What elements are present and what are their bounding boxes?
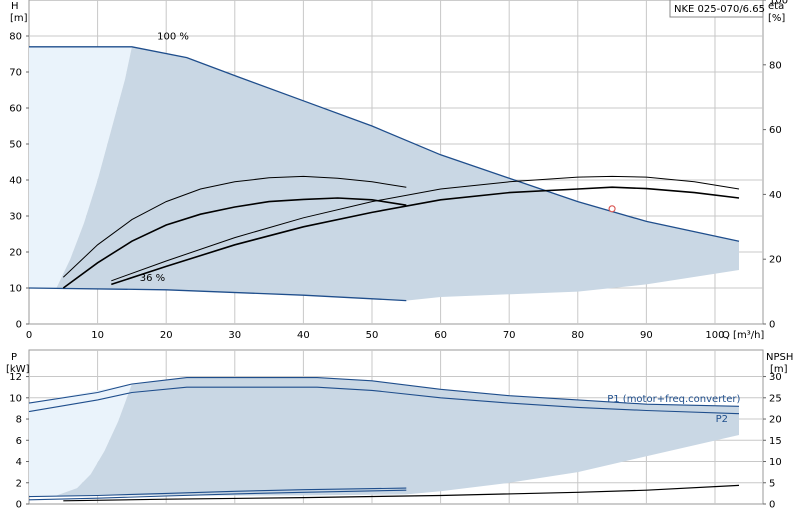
top-y2-axis-label: eta <box>768 1 784 12</box>
y2-tick-label: 5 <box>769 478 775 489</box>
y-tick-label: 20 <box>9 248 22 259</box>
y-tick-label: 50 <box>9 140 22 151</box>
model-label-box: NKE 025-070/6.65 <box>669 0 765 18</box>
y-tick-label: 4 <box>16 457 22 468</box>
y-tick-label: 10 <box>9 393 22 404</box>
x-tick-label: 40 <box>297 330 310 341</box>
x-tick-label: 60 <box>434 330 447 341</box>
y-tick-label: 8 <box>16 415 22 426</box>
y2-tick-label: 0 <box>769 320 775 331</box>
power-npsh-panel: P1 (motor+freq.converter)P2 024681012051… <box>6 349 793 511</box>
speed-annotation: 100 % <box>157 32 189 43</box>
x-tick-label: 70 <box>503 330 516 341</box>
y2-tick-label: 25 <box>769 393 782 404</box>
top-y-axis-unit: [m] <box>10 13 28 24</box>
y-tick-label: 40 <box>9 176 22 187</box>
y-tick-label: 60 <box>9 104 22 115</box>
y2-tick-label: 0 <box>769 500 775 511</box>
y2-tick-label: 40 <box>769 190 782 201</box>
head-efficiency-panel: 100 %36 % 0 10 20 30 40 50 60 70 80 90 10001020304… <box>9 0 788 341</box>
y-tick-label: 30 <box>9 212 22 223</box>
y-tick-label: 0 <box>16 500 22 511</box>
y-tick-label: 6 <box>16 436 22 447</box>
duty-point-marker <box>608 205 616 213</box>
series-label: P1 (motor+freq.converter) <box>607 394 740 405</box>
x-axis-label: Q [m³/h] <box>722 330 764 341</box>
x-tick-label: 30 <box>228 330 241 341</box>
x-tick-label: 80 <box>571 330 584 341</box>
y2-tick-label: 80 <box>769 60 782 71</box>
top-y-axis-label: H <box>11 1 19 12</box>
bottom-y-axis-label: P <box>11 352 17 363</box>
y2-tick-label: 10 <box>769 457 782 468</box>
series-label: P2 <box>716 414 728 425</box>
y2-tick-label: 20 <box>769 255 782 266</box>
y2-tick-label: 60 <box>769 125 782 136</box>
top-y2-axis-unit: [%] <box>768 13 785 24</box>
x-tick-label: 50 <box>366 330 379 341</box>
bottom-y2-axis-unit: [m] <box>770 364 788 375</box>
pump-curve-chart: 100 %36 % 0 10 20 30 40 50 60 70 80 90 10001020304… <box>6 0 793 511</box>
x-tick-label: 20 <box>160 330 173 341</box>
x-tick-label: 10 <box>91 330 104 341</box>
model-label: NKE 025-070/6.65 <box>674 4 765 15</box>
x-tick-label: 90 <box>640 330 653 341</box>
y-tick-label: 2 <box>16 478 22 489</box>
speed-annotation: 36 % <box>140 273 165 284</box>
x-tick-label: 0 <box>26 330 32 341</box>
y2-tick-label: 20 <box>769 415 782 426</box>
bottom-y2-axis-label: NPSH <box>766 352 793 363</box>
y-tick-label: 70 <box>9 68 22 79</box>
bottom-y-axis-unit: [kW] <box>6 364 30 375</box>
y-tick-label: 0 <box>16 320 22 331</box>
y-tick-label: 80 <box>9 32 22 43</box>
y-tick-label: 10 <box>9 284 22 295</box>
y2-tick-label: 15 <box>769 436 782 447</box>
